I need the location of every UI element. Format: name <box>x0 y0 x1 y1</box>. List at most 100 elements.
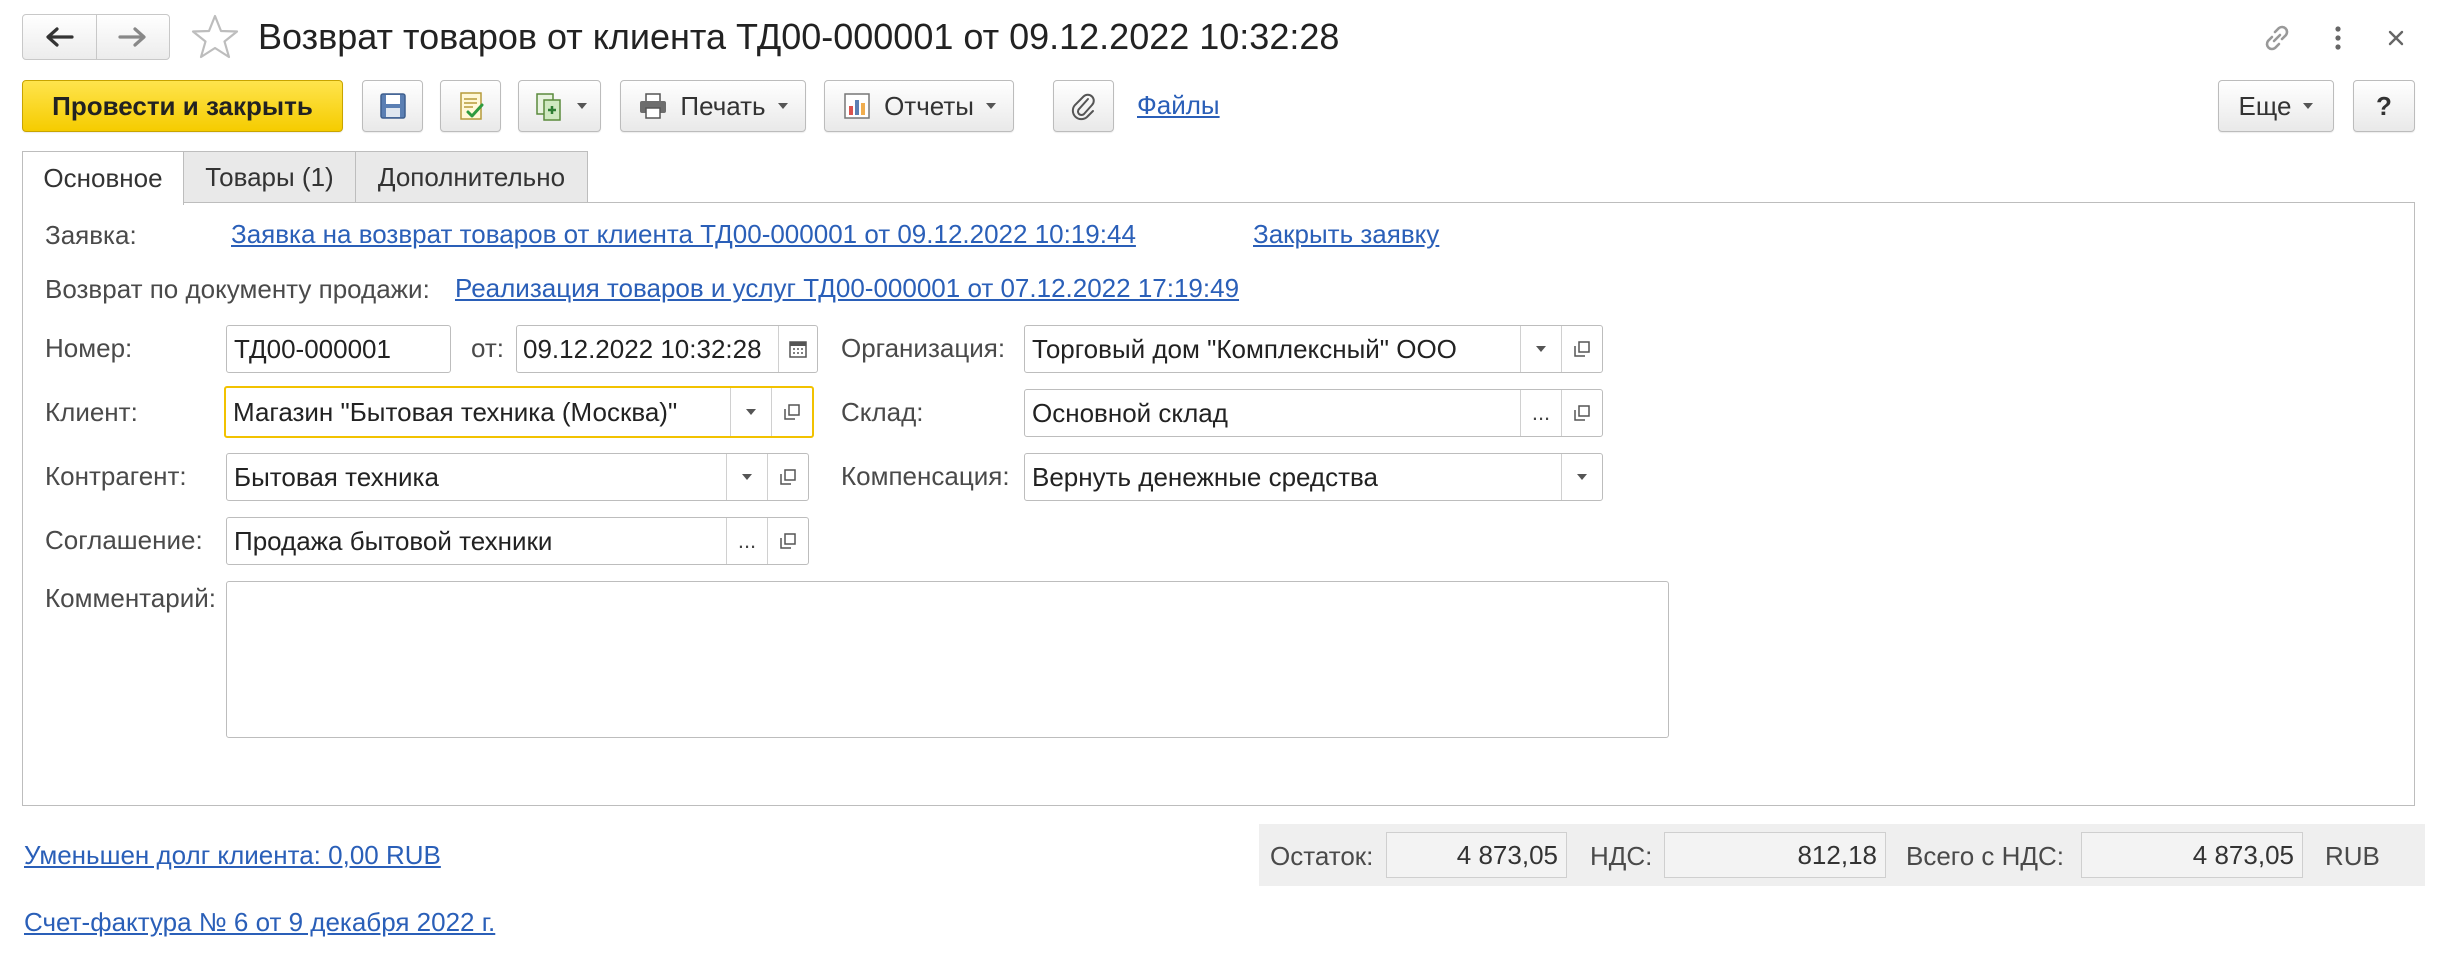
close-request-link[interactable]: Закрыть заявку <box>1253 219 1439 250</box>
total-with-vat-value: 4 873,05 <box>2192 839 2294 870</box>
organization-dropdown-button[interactable] <box>1520 326 1561 372</box>
warehouse-field[interactable]: Основной склад ... <box>1024 389 1603 437</box>
compensation-label: Компенсация: <box>841 461 1010 491</box>
vat-field: 812,18 <box>1664 832 1886 878</box>
forward-button[interactable] <box>95 15 170 59</box>
chevron-down-icon <box>985 103 996 109</box>
close-window-button[interactable] <box>2376 18 2416 58</box>
currency-label: RUB <box>2325 841 2380 871</box>
tab-additional-label: Дополнительно <box>377 162 566 192</box>
client-dropdown-button[interactable] <box>730 388 771 436</box>
files-link[interactable]: Файлы <box>1137 90 1220 121</box>
tab-additional[interactable]: Дополнительно <box>355 151 588 203</box>
reports-label: Отчеты <box>884 90 974 121</box>
vat-value: 812,18 <box>1797 839 1877 870</box>
warehouse-select-button[interactable]: ... <box>1520 390 1561 436</box>
tab-goods[interactable]: Товары (1) <box>183 151 356 203</box>
balance-field: 4 873,05 <box>1386 832 1567 878</box>
counterparty-label: Контрагент: <box>45 461 187 491</box>
number-value: ТД00-000001 <box>234 334 391 364</box>
arrow-left-icon <box>46 27 74 47</box>
sale-doc-label: Возврат по документу продажи: <box>45 274 430 304</box>
printer-icon <box>640 93 667 119</box>
favorite-star-button[interactable] <box>190 13 240 61</box>
chevron-down-icon <box>742 474 752 480</box>
paperclip-icon <box>1071 93 1095 121</box>
compensation-field[interactable]: Вернуть денежные средства <box>1024 453 1603 501</box>
counterparty-open-button[interactable] <box>767 454 808 500</box>
warehouse-value: Основной склад <box>1032 398 1228 428</box>
organization-open-button[interactable] <box>1561 326 1602 372</box>
more-button[interactable]: Еще <box>2218 80 2334 132</box>
report-chart-icon <box>844 93 870 119</box>
attach-button[interactable] <box>1053 80 1114 132</box>
client-field[interactable]: Магазин "Бытовая техника (Москва)" <box>224 386 814 438</box>
chevron-down-icon <box>1536 346 1546 352</box>
date-field[interactable]: 09.12.2022 10:32:28 <box>516 325 818 373</box>
compensation-dropdown-button[interactable] <box>1561 454 1602 500</box>
balance-value: 4 873,05 <box>1456 839 1558 870</box>
post-button[interactable] <box>440 80 501 132</box>
help-button[interactable]: ? <box>2353 80 2415 132</box>
save-icon <box>379 93 406 119</box>
total-with-vat-label: Всего с НДС: <box>1906 841 2065 871</box>
chevron-down-icon <box>746 409 756 415</box>
comment-label: Комментарий: <box>45 583 216 613</box>
help-label: ? <box>2376 90 2392 121</box>
post-and-close-label: Провести и закрыть <box>52 90 313 121</box>
balance-label: Остаток: <box>1270 841 1374 871</box>
agreement-field[interactable]: Продажа бытовой техники ... <box>226 517 809 565</box>
post-and-close-button[interactable]: Провести и закрыть <box>22 80 343 132</box>
agreement-open-button[interactable] <box>767 518 808 564</box>
chevron-down-icon <box>1577 474 1587 480</box>
arrow-right-icon <box>118 27 146 47</box>
reports-button[interactable]: Отчеты <box>824 80 1014 132</box>
counterparty-dropdown-button[interactable] <box>726 454 767 500</box>
create-based-on-button[interactable] <box>518 80 601 132</box>
organization-value: Торговый дом "Комплексный" ООО <box>1032 334 1457 364</box>
create-based-on-icon <box>535 93 561 121</box>
open-window-icon <box>780 469 796 485</box>
comment-textarea[interactable] <box>226 581 1669 738</box>
post-document-icon <box>459 92 483 120</box>
client-open-button[interactable] <box>771 388 812 436</box>
open-window-icon <box>1574 405 1590 421</box>
print-button[interactable]: Печать <box>620 80 806 132</box>
agreement-select-button[interactable]: ... <box>726 518 767 564</box>
page-title: Возврат товаров от клиента ТД00-000001 о… <box>258 16 1340 57</box>
agreement-label: Соглашение: <box>45 525 203 555</box>
counterparty-field[interactable]: Бытовая техника <box>226 453 809 501</box>
sale-doc-link[interactable]: Реализация товаров и услуг ТД00-000001 о… <box>455 273 1239 304</box>
organization-field[interactable]: Торговый дом "Комплексный" ООО <box>1024 325 1603 373</box>
total-with-vat-field: 4 873,05 <box>2081 832 2303 878</box>
number-field[interactable]: ТД00-000001 <box>226 325 451 373</box>
warehouse-label: Склад: <box>841 397 924 427</box>
counterparty-value: Бытовая техника <box>234 462 439 492</box>
invoice-link[interactable]: Счет-фактура № 6 от 9 декабря 2022 г. <box>24 907 495 938</box>
open-window-icon <box>780 533 796 549</box>
number-label: Номер: <box>45 333 133 363</box>
client-label: Клиент: <box>45 397 138 427</box>
warehouse-open-button[interactable] <box>1561 390 1602 436</box>
more-label: Еще <box>2238 90 2292 121</box>
calendar-icon <box>789 341 807 358</box>
organization-label: Организация: <box>841 333 1006 363</box>
request-link[interactable]: Заявка на возврат товаров от клиента ТД0… <box>231 219 1136 250</box>
calendar-button[interactable] <box>778 326 817 372</box>
tab-goods-label: Товары (1) <box>205 162 334 192</box>
tab-main[interactable]: Основное <box>22 151 184 205</box>
back-button[interactable] <box>23 15 96 59</box>
date-value: 09.12.2022 10:32:28 <box>523 334 762 364</box>
client-debt-link[interactable]: Уменьшен долг клиента: 0,00 RUB <box>24 840 441 871</box>
open-window-icon <box>784 404 800 420</box>
copy-link-button[interactable] <box>2257 18 2297 58</box>
window-menu-button[interactable] <box>2318 18 2358 58</box>
chevron-down-icon <box>2303 103 2314 109</box>
star-icon <box>191 14 239 59</box>
link-icon <box>2265 25 2289 51</box>
date-label: от: <box>471 333 505 363</box>
save-button[interactable] <box>362 80 423 132</box>
agreement-value: Продажа бытовой техники <box>234 526 553 556</box>
close-icon <box>2388 30 2404 46</box>
client-value: Магазин "Бытовая техника (Москва)" <box>233 397 678 427</box>
